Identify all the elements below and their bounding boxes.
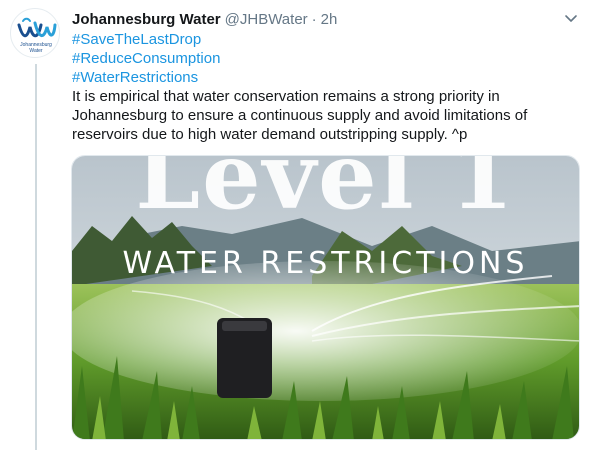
display-name[interactable]: Johannesburg Water: [72, 11, 221, 28]
hashtag-link[interactable]: #SaveTheLastDrop: [72, 30, 582, 49]
tweet-header: Johannesburg Water @JHBWater · 2h: [72, 9, 337, 29]
image-title-text: Level 1: [135, 155, 516, 230]
chevron-down-icon[interactable]: [560, 10, 582, 28]
tweet[interactable]: Johannesburg Water Johannesburg Water @J…: [0, 0, 594, 450]
avatar[interactable]: Johannesburg Water: [10, 8, 60, 58]
tweet-message: It is empirical that water conservation …: [72, 88, 528, 143]
avatar-caption: Johannesburg Water: [20, 42, 52, 54]
user-handle[interactable]: @JHBWater: [225, 11, 308, 28]
hashtag-link[interactable]: #ReduceConsumption: [72, 49, 582, 68]
separator-dot: ·: [311, 10, 317, 28]
hashtag-link[interactable]: #WaterRestrictions: [72, 68, 582, 87]
image-subtitle-text: WATER RESTRICTIONS: [122, 246, 529, 281]
tweet-media-image[interactable]: Level 1 WATER RESTRICTIONS: [71, 155, 580, 440]
timestamp[interactable]: 2h: [321, 11, 338, 28]
thread-line: [35, 64, 37, 450]
tweet-text: #SaveTheLastDrop #ReduceConsumption #Wat…: [72, 30, 582, 144]
